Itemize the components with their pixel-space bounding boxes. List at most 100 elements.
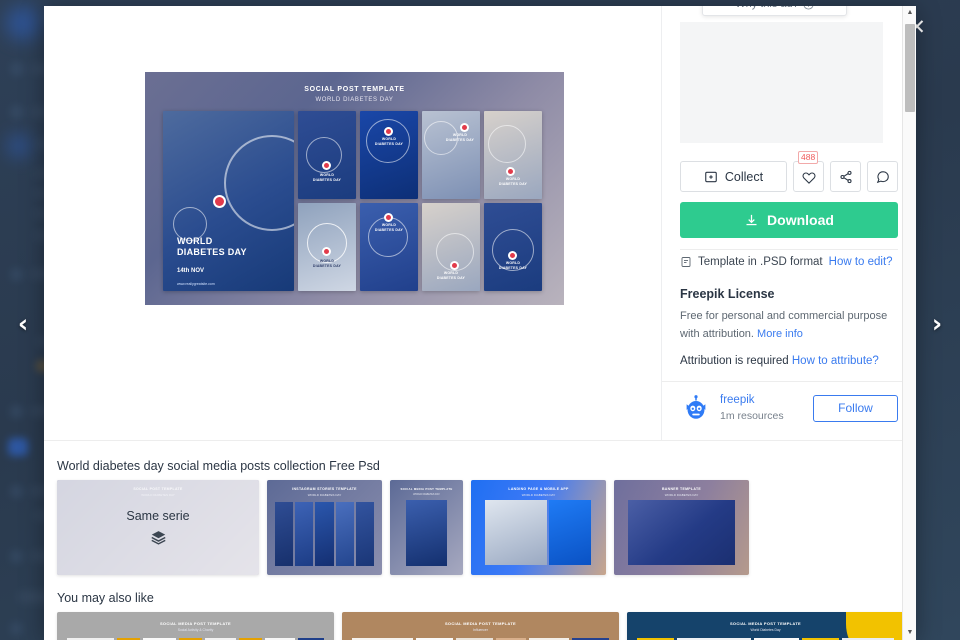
scroll-up-arrow-icon[interactable]: ▲ — [903, 6, 916, 20]
why-this-ad-tooltip[interactable]: Why this ad? — [702, 6, 847, 16]
download-label: Download — [767, 212, 834, 228]
thumb-subtitle: Social Activity & Charity — [177, 628, 214, 632]
backdrop-item — [8, 438, 28, 456]
same-serie-overlay[interactable]: Same serie — [57, 480, 259, 575]
like-button[interactable]: 488 — [793, 151, 824, 192]
backdrop-item — [10, 268, 23, 281]
backdrop-item — [10, 550, 23, 563]
you-may-also-like-strip: SOCIAL MEDIA POST TEMPLATE Social Activi… — [57, 612, 904, 640]
author-row: freepik 1m resources Follow — [680, 390, 898, 426]
avatar[interactable] — [680, 393, 711, 424]
preview-hero-date: 14th NOV — [177, 268, 205, 274]
preview-mockup-grid: WORLD DIABETES DAY 14th NOV www.reallygr… — [163, 111, 546, 291]
resource-info-panel: Why this ad? Collect 488 — [661, 6, 916, 440]
preview-col: WORLD DIABETES DAY WORLD DIABETES DAY — [298, 111, 356, 291]
same-serie-label: Same serie — [126, 509, 190, 523]
previous-resource-button[interactable]: ‹ — [8, 310, 38, 340]
license-title: Freepik License — [680, 287, 775, 301]
backdrop-item — [10, 485, 23, 498]
thumb-title: INSTAGRAM STORIES TEMPLATE — [292, 487, 357, 491]
preview-card: WORLD DIABETES DAY — [298, 111, 356, 199]
thumb-title: SOCIAL MEDIA POST TEMPLATE — [444, 621, 517, 626]
list-item[interactable]: SOCIAL POST TEMPLATE WORLD DIABETES DAY … — [57, 480, 259, 575]
list-item[interactable]: SOCIAL MEDIA POST TEMPLATE World Diabete… — [627, 612, 904, 640]
backdrop-blob — [6, 6, 40, 40]
same-serie-heading: World diabetes day social media posts co… — [57, 459, 380, 473]
thumb-title: SOCIAL MEDIA POST TEMPLATE — [400, 487, 453, 491]
scroll-down-arrow-icon[interactable]: ▼ — [903, 626, 916, 640]
thumb-subtitle: WORLD DIABETES DAY — [413, 493, 440, 496]
comment-button[interactable] — [867, 161, 898, 192]
preview-hero-url: www.reallygreatsite.com — [177, 282, 215, 286]
comment-icon — [876, 170, 889, 183]
list-item[interactable]: BANNER TEMPLATE WORLD DIABETES DAY — [614, 480, 749, 575]
share-button[interactable] — [830, 161, 861, 192]
backdrop-item — [10, 62, 24, 76]
thumb-subtitle: WORLD DIABETES DAY — [307, 493, 342, 497]
thumb-title: BANNER TEMPLATE — [661, 487, 702, 491]
like-count-badge: 488 — [798, 151, 819, 164]
author-resource-count: 1m resources — [720, 409, 784, 422]
preview-col: WORLD DIABETES DAY WORLD DIABETES DAY — [422, 111, 480, 291]
thumb-title: SOCIAL MEDIA POST TEMPLATE — [159, 621, 232, 626]
freepik-robot-avatar — [686, 395, 705, 419]
preview-image-wrapper[interactable]: SOCIAL POST TEMPLATE WORLD DIABETES DAY … — [145, 72, 564, 305]
list-item[interactable]: LANDING PAGE & MOBILE APP WORLD DIABETES… — [471, 480, 606, 575]
how-to-edit-link[interactable]: How to edit? — [829, 256, 893, 268]
download-button[interactable]: Download — [680, 202, 898, 238]
license-description: Free for personal and commercial purpose… — [680, 307, 898, 343]
preview-card: WORLD DIABETES DAY — [360, 203, 418, 291]
preview-hero-card: WORLD DIABETES DAY 14th NOV www.reallygr… — [163, 111, 294, 291]
file-format-row: Template in .PSD format How to edit? — [680, 256, 898, 268]
divider — [662, 381, 916, 382]
backdrop-item — [10, 405, 23, 418]
list-item[interactable]: SOCIAL MEDIA POST TEMPLATE Social Activi… — [57, 612, 334, 640]
list-item[interactable]: SOCIAL MEDIA POST TEMPLATE Influencer — [342, 612, 619, 640]
list-item[interactable]: SOCIAL MEDIA POST TEMPLATE WORLD DIABETE… — [390, 480, 463, 575]
more-info-link[interactable]: More info — [757, 328, 803, 340]
resource-detail-modal: SOCIAL POST TEMPLATE WORLD DIABETES DAY … — [44, 6, 916, 640]
how-to-attribute-link[interactable]: How to attribute? — [792, 355, 879, 367]
next-resource-button[interactable]: › — [922, 310, 952, 340]
preview-subtitle: WORLD DIABETES DAY — [315, 97, 394, 103]
share-icon — [839, 170, 852, 183]
list-item[interactable]: INSTAGRAM STORIES TEMPLATE WORLD DIABETE… — [267, 480, 382, 575]
preview-card: WORLD DIABETES DAY — [360, 111, 418, 199]
thumb-title: LANDING PAGE & MOBILE APP — [508, 487, 569, 491]
preview-col: WORLD DIABETES DAY 14th NOV www.reallygr… — [163, 111, 294, 291]
layers-icon — [150, 531, 166, 545]
attribution-row: Attribution is required How to attribute… — [680, 355, 898, 367]
collect-button[interactable]: Collect — [680, 161, 787, 192]
thumb-subtitle: WORLD DIABETES DAY — [664, 493, 699, 497]
follow-button[interactable]: Follow — [813, 394, 898, 422]
collect-label: Collect — [724, 169, 764, 184]
info-icon — [803, 6, 813, 10]
preview-card: WORLD DIABETES DAY — [422, 203, 480, 291]
attribution-label: Attribution is required — [680, 355, 789, 367]
modal-scroll-area: SOCIAL POST TEMPLATE WORLD DIABETES DAY … — [44, 6, 916, 640]
divider — [680, 249, 898, 250]
download-icon — [746, 214, 757, 225]
thumb-subtitle: WORLD DIABETES DAY — [521, 493, 556, 497]
preview-col: WORLD DIABETES DAY WORLD DIABETES DAY — [360, 111, 418, 291]
modal-scrollbar[interactable]: ▲ ▼ — [902, 6, 916, 640]
related-resources-section: World diabetes day social media posts co… — [44, 440, 904, 640]
author-meta: freepik 1m resources — [720, 392, 813, 424]
backdrop-item — [10, 622, 23, 635]
advertisement-slot[interactable] — [680, 22, 883, 143]
preview-card: WORLD DIABETES DAY — [298, 203, 356, 291]
preview-col: WORLD DIABETES DAY WORLD DIABETES DAY — [484, 111, 542, 291]
preview-card: WORLD DIABETES DAY — [484, 203, 542, 291]
heart-icon — [802, 171, 816, 184]
you-may-also-like-heading: You may also like — [57, 591, 154, 605]
action-button-row: Collect 488 — [680, 151, 898, 192]
scrollbar-thumb[interactable] — [905, 24, 915, 112]
file-format-label: Template in .PSD format — [698, 256, 823, 268]
author-name[interactable]: freepik — [720, 392, 813, 409]
preview-panel: SOCIAL POST TEMPLATE WORLD DIABETES DAY … — [44, 6, 661, 440]
why-this-ad-label: Why this ad? — [735, 6, 799, 10]
preview-card: WORLD DIABETES DAY — [484, 111, 542, 199]
add-to-collection-icon — [705, 171, 717, 182]
resource-preview-image[interactable]: SOCIAL POST TEMPLATE WORLD DIABETES DAY … — [145, 72, 564, 305]
preview-title: SOCIAL POST TEMPLATE — [304, 86, 405, 93]
